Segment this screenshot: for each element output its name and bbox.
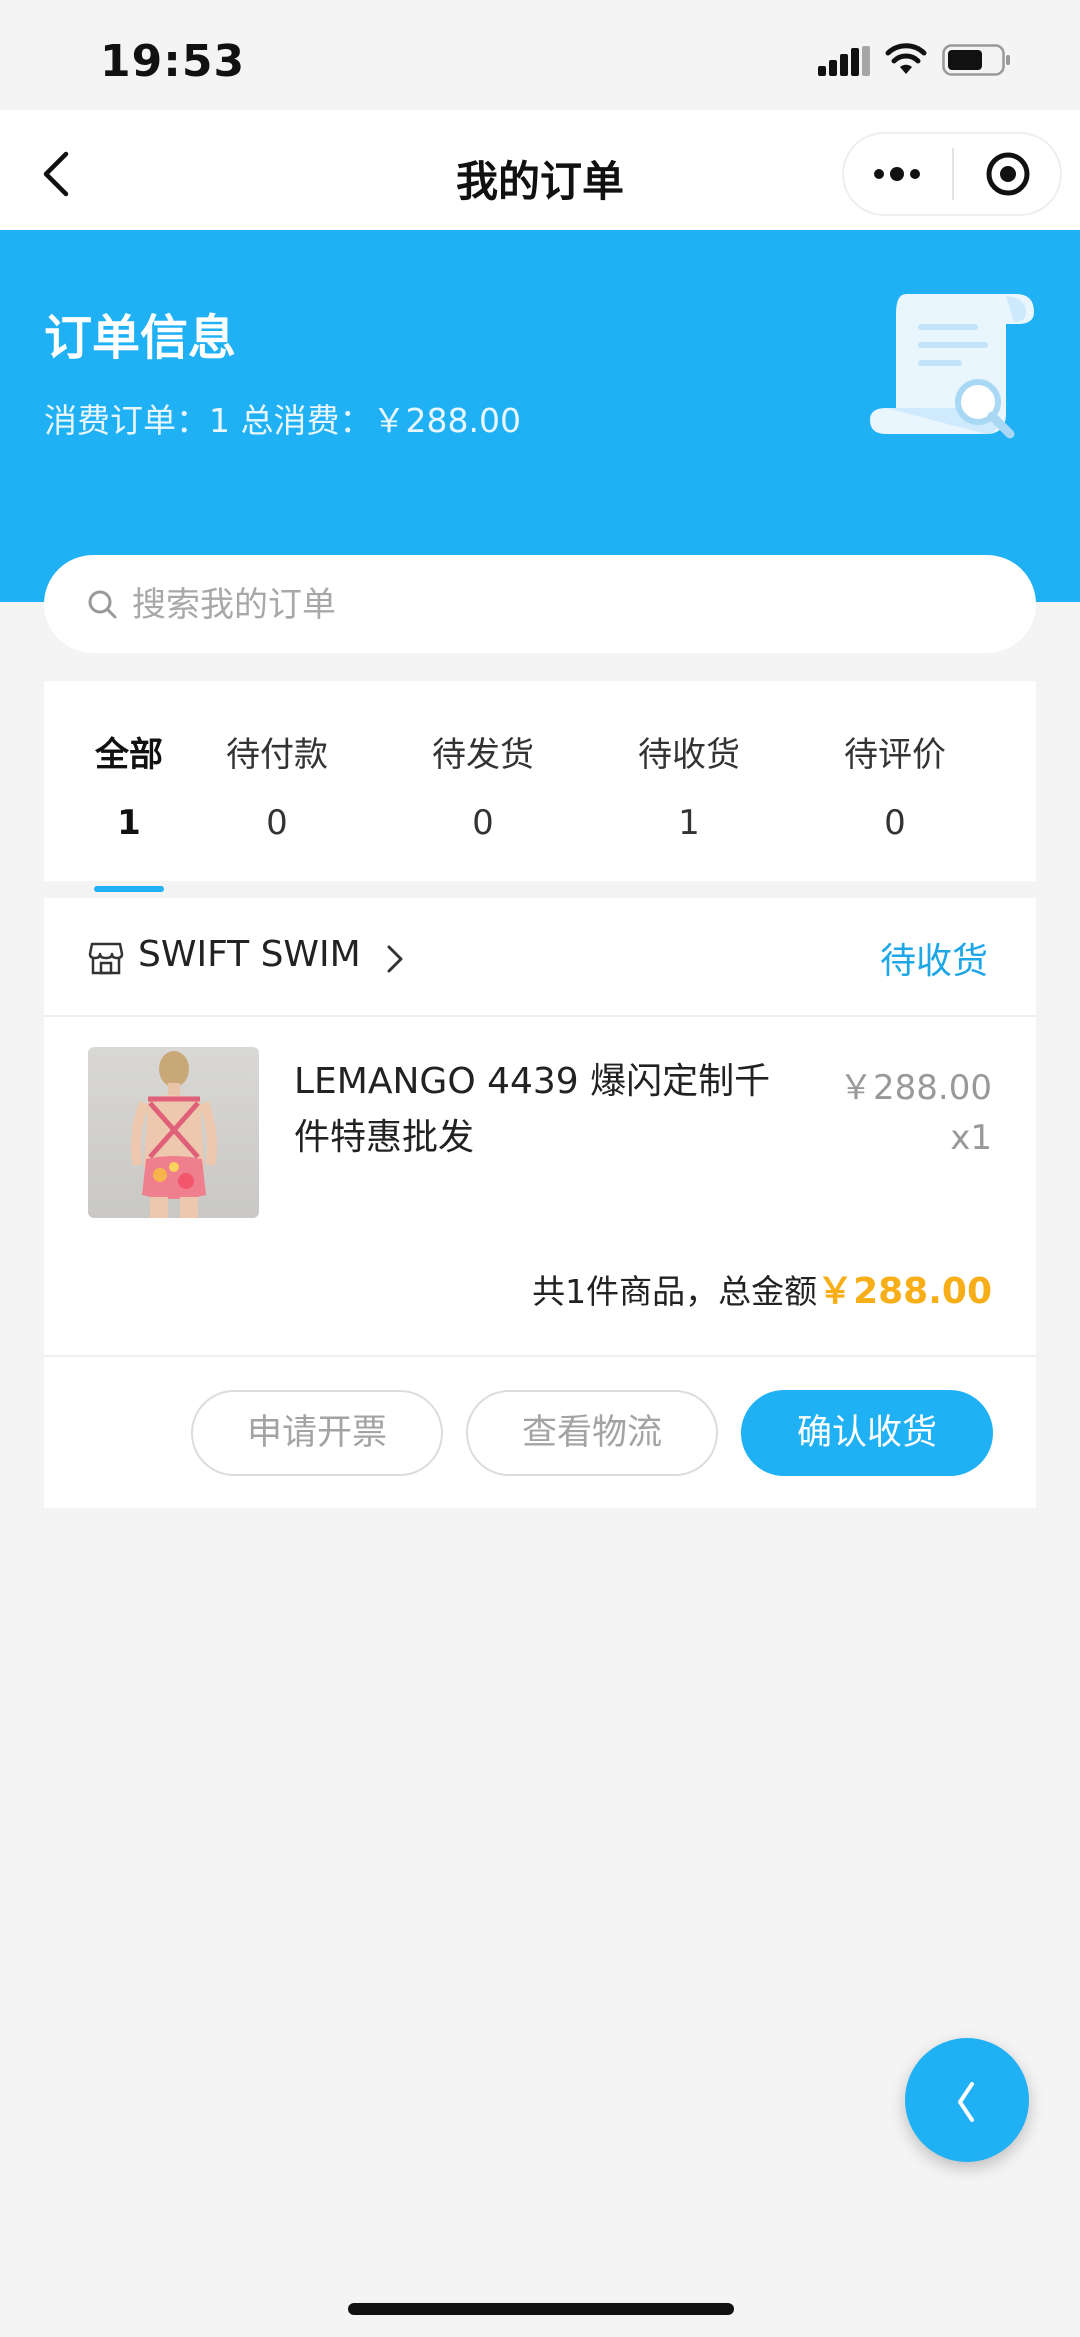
divider — [44, 1355, 1036, 1357]
wifi-icon — [885, 43, 927, 74]
tab-label: 待付款 — [226, 735, 328, 775]
view-logistics-button[interactable]: 查看物流 — [466, 1390, 718, 1476]
store-name[interactable]: SWIFT SWIM — [138, 934, 361, 975]
product-price: ￥288.00 — [839, 1068, 992, 1108]
total-label: 共1件商品，总金额 — [532, 1272, 818, 1311]
home-indicator — [348, 2303, 734, 2315]
store-icon — [88, 942, 124, 975]
tab-label: 待评价 — [844, 735, 946, 775]
battery-icon — [942, 44, 1010, 76]
order-status-tabs: 全部 1 待付款 0 待发货 0 待收货 1 待评价 0 — [44, 681, 1036, 881]
tab-count: 0 — [266, 803, 288, 843]
divider — [44, 1015, 1036, 1017]
tab-count: 0 — [884, 803, 906, 843]
tab-count: 1 — [678, 803, 700, 843]
total-amount: ￥288.00 — [817, 1271, 992, 1312]
request-invoice-button[interactable]: 申请开票 — [191, 1390, 443, 1476]
confirm-receipt-button[interactable]: 确认收货 — [741, 1390, 993, 1476]
order-summary: 消费订单：1 总消费：￥288.00 — [44, 401, 521, 440]
tab-count: 0 — [472, 803, 494, 843]
tab-pending-review[interactable]: 待评价 0 — [810, 681, 980, 881]
tab-pending-receipt[interactable]: 待收货 1 — [604, 681, 774, 881]
chevron-right-icon — [387, 945, 403, 973]
tab-count: 1 — [117, 803, 141, 843]
header-title: 订单信息 — [44, 310, 237, 366]
target-icon[interactable] — [984, 150, 1032, 198]
swimsuit-figure — [131, 1051, 217, 1218]
order-status: 待收货 — [880, 941, 989, 982]
capsule-divider — [952, 148, 954, 200]
signal-icon — [818, 46, 870, 76]
chevron-left-icon — [958, 2082, 974, 2122]
status-time: 19:53 — [100, 36, 246, 87]
search-icon — [88, 590, 117, 619]
tab-pending-shipment[interactable]: 待发货 0 — [398, 681, 568, 881]
tab-label: 待发货 — [432, 735, 534, 775]
product-image[interactable] — [88, 1047, 259, 1218]
tab-pending-payment[interactable]: 待付款 0 — [192, 681, 362, 881]
product-name[interactable]: LEMANGO 4439 爆闪定制千件特惠批发 — [294, 1054, 774, 1166]
tab-all[interactable]: 全部 1 — [44, 681, 214, 881]
tab-label: 待收货 — [638, 735, 740, 775]
order-total: 共1件商品，总金额￥288.00 — [300, 1262, 992, 1314]
scroll-document-icon — [870, 294, 1034, 439]
more-icon[interactable] — [872, 160, 922, 188]
tab-label: 全部 — [95, 735, 163, 775]
search-input[interactable] — [132, 580, 992, 630]
product-quantity: x1 — [950, 1118, 992, 1158]
active-tab-indicator — [94, 886, 164, 892]
